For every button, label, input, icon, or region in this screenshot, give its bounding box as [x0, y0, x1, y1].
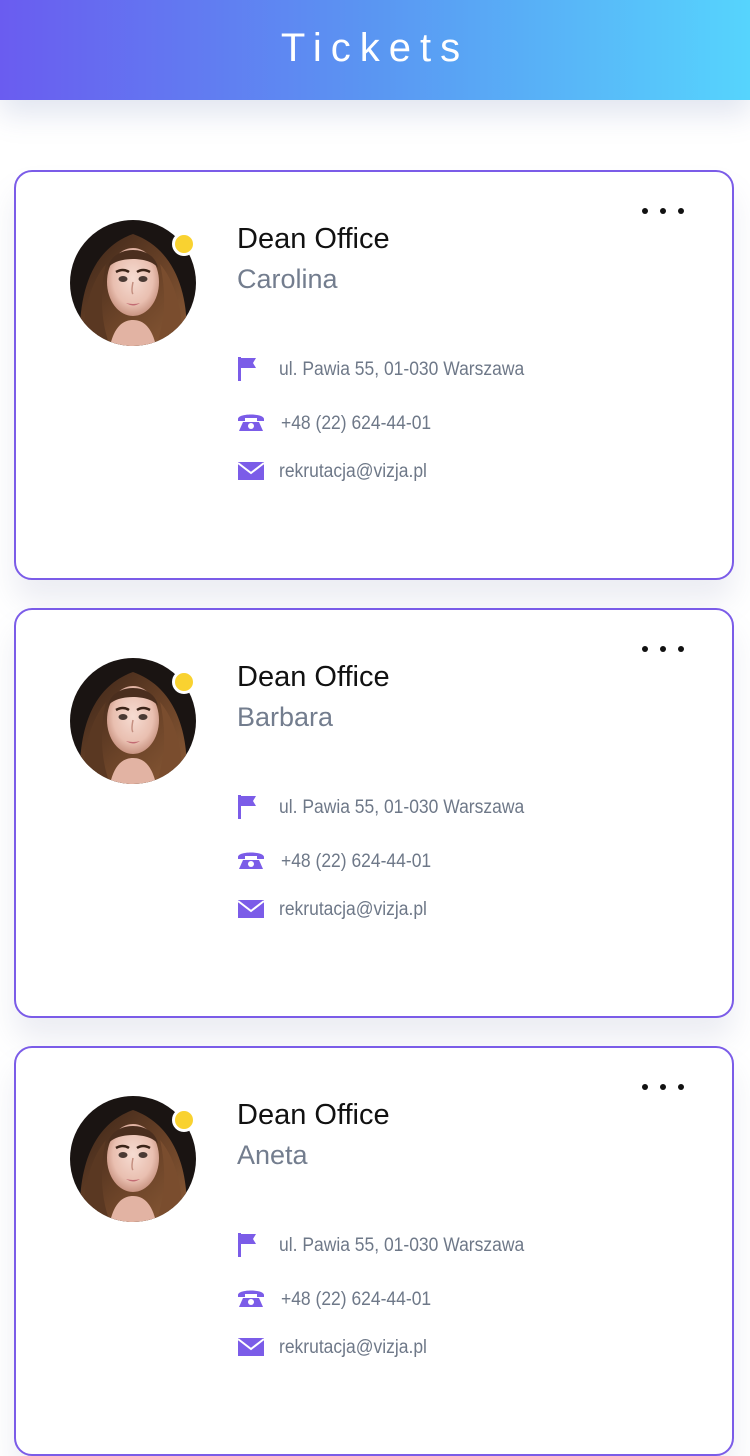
contact-card[interactable]: Dean Office Barbara ul. Pawia 55, 01-030… [14, 608, 734, 1018]
phone-icon [238, 414, 264, 431]
contact-name: Carolina [237, 264, 338, 294]
more-dots-icon [660, 208, 666, 214]
phone-text[interactable]: +48 (22) 624-44-01 [281, 412, 431, 436]
avatar [70, 220, 196, 346]
more-options-button[interactable] [642, 644, 684, 654]
mail-icon [237, 900, 265, 918]
contact-name: Aneta [237, 1140, 308, 1170]
address-text: ul. Pawia 55, 01-030 Warszawa [279, 797, 525, 818]
flag-icon [238, 357, 256, 381]
more-dots-icon [642, 1084, 648, 1090]
online-status-indicator [172, 670, 196, 694]
more-dots-icon [678, 208, 684, 214]
more-dots-icon [642, 646, 648, 652]
contact-title: Dean Office [237, 661, 390, 693]
more-dots-icon [660, 1084, 666, 1090]
mail-icon [237, 462, 265, 480]
contact-name: Barbara [237, 702, 334, 732]
phone-text[interactable]: +48 (22) 624-44-01 [281, 1288, 431, 1312]
page-title: Tickets [280, 26, 470, 70]
contact-title: Dean Office [237, 223, 390, 255]
contact-card[interactable]: Dean Office Carolina ul. Pawia 55, 01-03… [14, 170, 734, 580]
online-status-indicator [172, 232, 196, 256]
avatar [70, 1096, 196, 1222]
email-text[interactable]: rekrutacja@vizja.pl [279, 460, 427, 484]
more-dots-icon [660, 646, 666, 652]
phone-text[interactable]: +48 (22) 624-44-01 [281, 850, 431, 874]
mail-icon [237, 1338, 265, 1356]
app-header: Tickets [0, 0, 750, 100]
avatar [70, 658, 196, 784]
flag-icon [238, 1233, 256, 1257]
address-text: ul. Pawia 55, 01-030 Warszawa [279, 1235, 525, 1256]
more-options-button[interactable] [642, 206, 684, 216]
phone-icon [238, 1290, 264, 1307]
more-options-button[interactable] [642, 1082, 684, 1092]
flag-icon [238, 795, 256, 819]
online-status-indicator [172, 1108, 196, 1132]
contact-card[interactable]: Dean Office Aneta ul. Pawia 55, 01-030 W… [14, 1046, 734, 1456]
email-text[interactable]: rekrutacja@vizja.pl [279, 898, 427, 922]
more-dots-icon [642, 208, 648, 214]
more-dots-icon [678, 646, 684, 652]
email-text[interactable]: rekrutacja@vizja.pl [279, 1336, 427, 1360]
address-text: ul. Pawia 55, 01-030 Warszawa [279, 359, 525, 380]
contact-title: Dean Office [237, 1099, 390, 1131]
phone-icon [238, 852, 264, 869]
more-dots-icon [678, 1084, 684, 1090]
